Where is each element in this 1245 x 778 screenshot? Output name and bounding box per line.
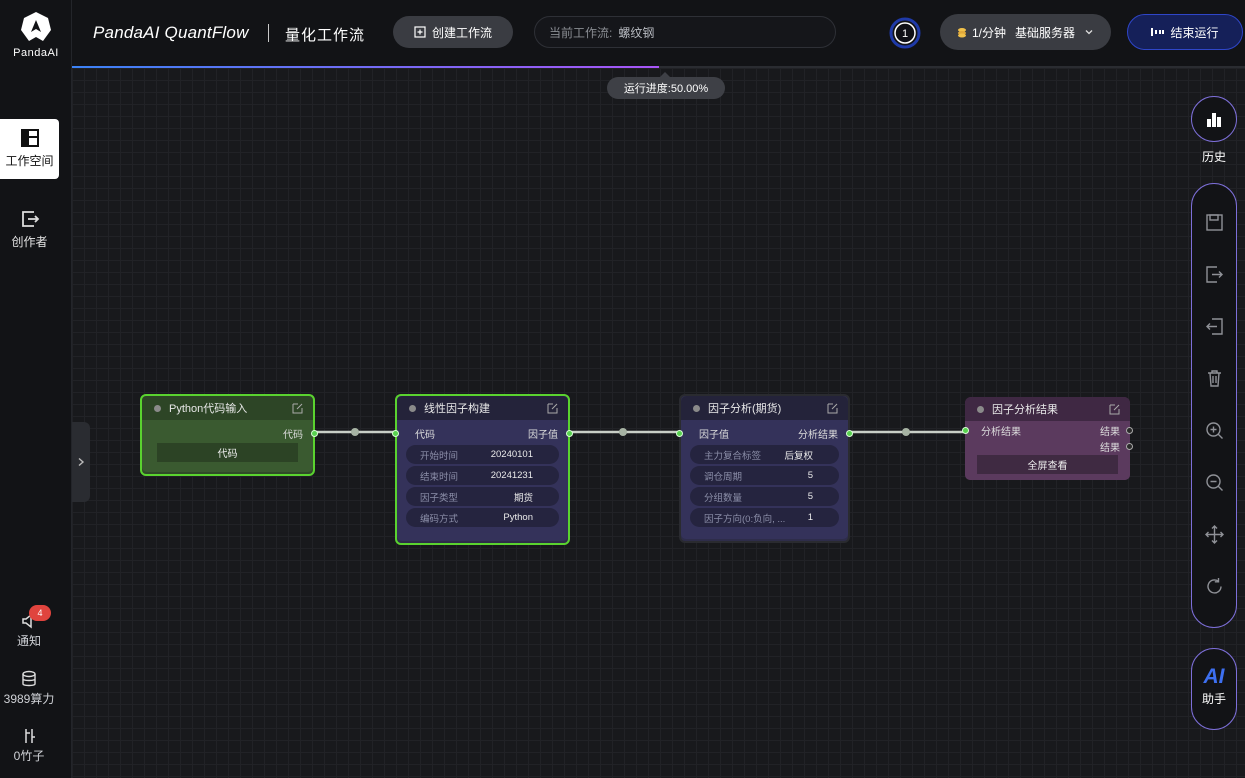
canvas-tools-panel (1191, 183, 1237, 628)
edit-icon[interactable] (827, 403, 838, 414)
widget-value: 期货 (513, 492, 533, 504)
output-port[interactable] (1126, 427, 1133, 434)
input-label: 代码 (415, 429, 435, 441)
widget-key: 因子类型 (420, 492, 459, 504)
refresh-icon[interactable] (1205, 577, 1224, 596)
ai-title: AI (1203, 665, 1225, 688)
node-status-dot (154, 404, 161, 412)
node-title: 因子分析结果 (992, 404, 1058, 416)
output-label: 结果 (1100, 426, 1120, 438)
output-port[interactable] (566, 430, 573, 437)
bar-chart-icon (1207, 113, 1221, 127)
code-edit-button[interactable]: 代码 (157, 443, 298, 462)
ai-label: 助手 (1201, 692, 1226, 706)
widget-encoding[interactable]: 编码方式 Python (406, 508, 559, 527)
node-header[interactable]: Python代码输入 (142, 396, 313, 420)
port-row: 因子值 分析结果 (676, 423, 853, 443)
node-python-input[interactable]: Python代码输入 代码 代码 (140, 394, 318, 476)
port-row: 分析结果 结果 (962, 422, 1133, 438)
output-label: 分析结果 (798, 429, 838, 441)
save-icon[interactable] (1205, 213, 1224, 232)
widget-key: 结束时间 (420, 471, 459, 483)
node-status-dot (977, 405, 984, 413)
output-label: 因子值 (528, 429, 558, 441)
output-port-row: 代码 (142, 423, 318, 443)
move-icon[interactable] (1205, 525, 1224, 544)
export-icon[interactable] (1205, 265, 1224, 284)
history-button[interactable] (1191, 96, 1237, 142)
delete-icon[interactable] (1205, 369, 1224, 388)
node-header[interactable]: 线性因子构建 (397, 396, 568, 420)
widget-key: 分组数量 (704, 492, 743, 504)
connection-midpoint[interactable] (619, 428, 627, 436)
port-row: 结果 (965, 438, 1133, 454)
input-port[interactable] (392, 430, 399, 437)
widget-factor-direction[interactable]: 因子方向(0:负向, ... 1 (690, 508, 839, 527)
ai-assistant-button[interactable]: AI 助手 (1191, 648, 1237, 730)
input-port[interactable] (962, 427, 969, 434)
output-label: 结果 (1100, 442, 1120, 454)
node-title: 线性因子构建 (424, 403, 490, 415)
edit-icon[interactable] (1109, 404, 1120, 415)
zoom-out-icon[interactable] (1205, 473, 1224, 492)
node-title: 因子分析(期货) (708, 403, 782, 415)
node-header[interactable]: 因子分析结果 (965, 397, 1130, 421)
widget-key: 调仓周期 (704, 471, 743, 483)
widget-value: Python (503, 512, 533, 523)
widget-value: 5 (807, 470, 813, 481)
widget-rebalance-period[interactable]: 调仓周期 5 (690, 466, 839, 485)
widget-key: 因子方向(0:负向, ... (704, 513, 786, 525)
fullscreen-view-button[interactable]: 全屏查看 (977, 455, 1118, 474)
connection-midpoint[interactable] (351, 428, 359, 436)
output-port[interactable] (1126, 443, 1133, 450)
import-icon[interactable] (1205, 317, 1224, 336)
widget-value: 20240101 (490, 449, 533, 460)
input-label: 因子值 (699, 429, 729, 441)
output-label: 代码 (283, 429, 303, 441)
widget-group-count[interactable]: 分组数量 5 (690, 487, 839, 506)
input-label: 分析结果 (981, 426, 1021, 438)
zoom-in-icon[interactable] (1205, 421, 1224, 440)
output-port[interactable] (311, 430, 318, 437)
node-status-dot (409, 404, 416, 412)
widget-key: 开始时间 (420, 450, 459, 462)
output-port[interactable] (846, 430, 853, 437)
node-linear-factor[interactable]: 线性因子构建 代码 因子值 开始时间 20240101 结束时间 20241231 … (392, 394, 573, 545)
edit-icon[interactable] (547, 403, 558, 414)
node-header[interactable]: 因子分析(期货) (681, 396, 848, 420)
widget-main-contract[interactable]: 主力复合标签 后复权 (690, 445, 839, 464)
port-row: 代码 因子值 (392, 423, 573, 443)
widget-end-date[interactable]: 结束时间 20241231 (406, 466, 559, 485)
history-label: 历史 (1201, 150, 1226, 164)
connection-midpoint[interactable] (902, 428, 910, 436)
node-factor-result[interactable]: 因子分析结果 分析结果 结果 结果 全屏查看 (962, 397, 1133, 480)
node-title: Python代码输入 (169, 403, 248, 415)
widget-start-date[interactable]: 开始时间 20240101 (406, 445, 559, 464)
widget-key: 编码方式 (420, 513, 459, 525)
input-port[interactable] (676, 430, 683, 437)
widget-value: 5 (807, 491, 813, 502)
widget-value: 1 (807, 512, 813, 523)
edit-icon[interactable] (292, 403, 303, 414)
node-status-dot (693, 404, 700, 412)
widget-value: 20241231 (490, 470, 533, 481)
widget-key: 主力复合标签 (704, 450, 762, 462)
node-connections (303, 428, 972, 436)
node-factor-analysis[interactable]: 因子分析(期货) 因子值 分析结果 主力复合标签 后复权 调仓周期 5 分组数量 5 … (676, 394, 853, 543)
widget-factor-type[interactable]: 因子类型 期货 (406, 487, 559, 506)
widget-value: 后复权 (784, 450, 813, 462)
